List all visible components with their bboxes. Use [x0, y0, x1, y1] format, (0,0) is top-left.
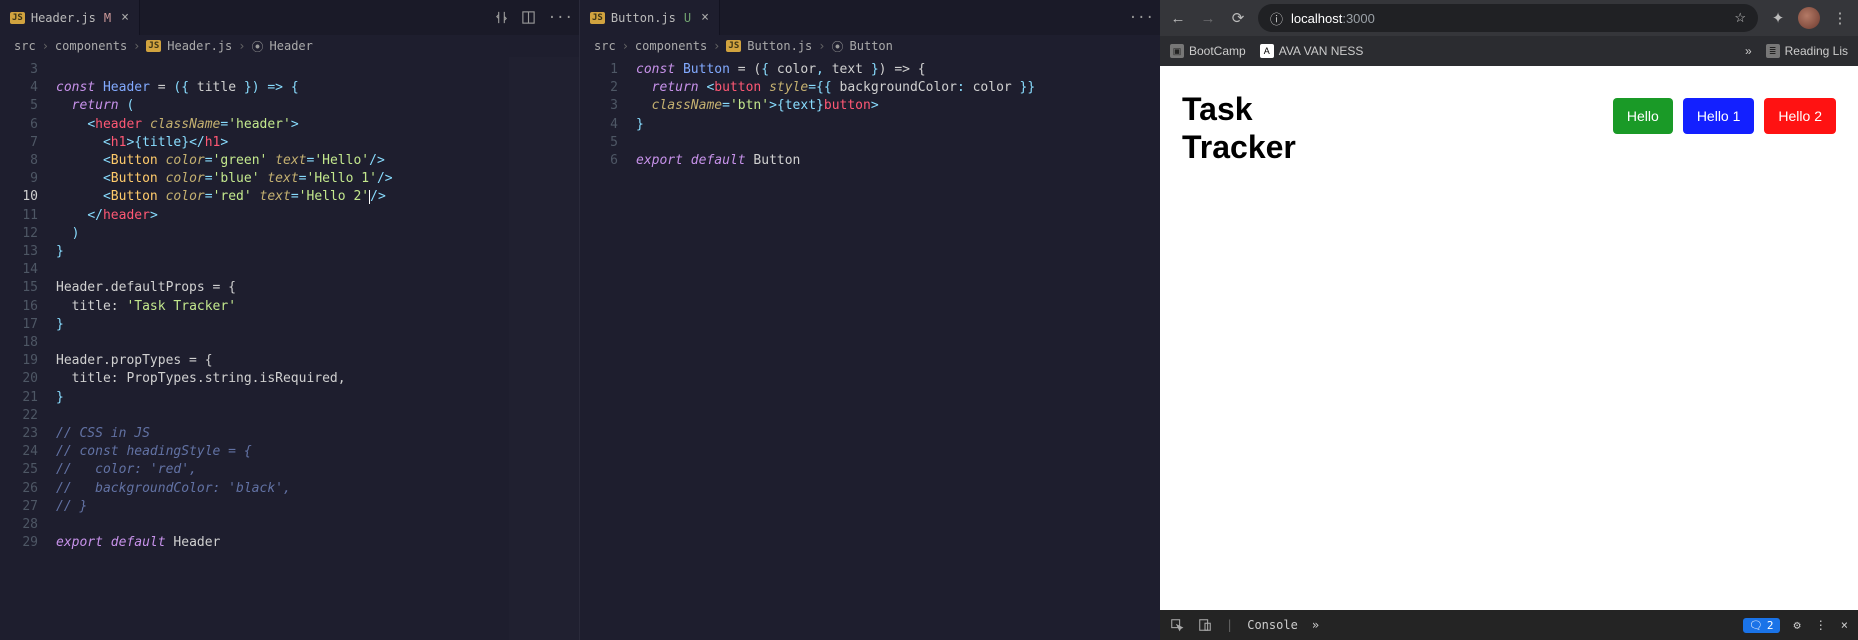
tab-label: Button.js — [611, 11, 676, 25]
devtools-bar: | Console » 🗨 2 ⚙ ⋮ × — [1160, 610, 1858, 640]
page-content: Task Tracker Hello Hello 1Hello 2 — [1160, 66, 1858, 610]
more-icon[interactable]: ··· — [548, 10, 573, 26]
breadcrumb-seg[interactable]: components — [55, 39, 127, 53]
extensions-icon[interactable]: ✦ — [1768, 9, 1788, 27]
site-info-icon[interactable]: ⓘ — [1270, 9, 1283, 28]
forward-icon[interactable]: → — [1198, 10, 1218, 27]
folder-icon: ▣ — [1170, 44, 1184, 58]
js-icon: JS — [146, 40, 161, 52]
editor-area-right[interactable]: 123456 const Button = ({ color, text }) … — [580, 57, 1160, 640]
line-gutter: 3456789101112131415161718192021222324252… — [0, 57, 56, 640]
star-icon[interactable]: ☆ — [1734, 10, 1746, 26]
code-content[interactable]: const Button = ({ color, text }) => { re… — [636, 57, 1160, 640]
app-button[interactable]: Hello 1 — [1683, 98, 1755, 134]
bookmark-item[interactable]: ≣Reading Lis — [1766, 44, 1848, 58]
breadcrumb-seg[interactable]: src — [594, 39, 616, 53]
page-title: Task Tracker — [1182, 90, 1296, 167]
back-icon[interactable]: ← — [1168, 10, 1188, 27]
breadcrumb[interactable]: src› components› JS Header.js› ⦿ Header — [0, 35, 579, 57]
button-row: Hello Hello 1Hello 2 — [1613, 98, 1836, 134]
tab-untracked-indicator: U — [684, 11, 691, 25]
close-icon[interactable]: × — [121, 10, 129, 25]
editor-group-left: JS Header.js M × ··· src› components› JS… — [0, 0, 580, 640]
gear-icon[interactable]: ⚙ — [1794, 618, 1801, 632]
js-icon: JS — [590, 12, 605, 24]
bookmarks-overflow-icon[interactable]: » — [1745, 44, 1752, 58]
menu-icon[interactable]: ⋮ — [1830, 9, 1850, 27]
js-icon: JS — [726, 40, 741, 52]
tab-label: Header.js — [31, 11, 96, 25]
browser-pane: ← → ⟳ ⓘ localhost:3000 ☆ ✦ ⋮ ▣BootCamp A… — [1160, 0, 1858, 640]
bookmark-item[interactable]: ▣BootCamp — [1170, 44, 1246, 58]
breadcrumb-seg[interactable]: Button.js — [747, 39, 812, 53]
bookmark-item[interactable]: AAVA VAN NESS — [1260, 44, 1364, 58]
breadcrumb-symbol[interactable]: Header — [270, 39, 313, 53]
reading-list-icon: ≣ — [1766, 44, 1780, 58]
breadcrumb-seg[interactable]: Header.js — [167, 39, 232, 53]
devtools-tab-console[interactable]: Console — [1247, 618, 1298, 632]
breadcrumb-symbol[interactable]: Button — [850, 39, 893, 53]
line-gutter: 123456 — [580, 57, 636, 640]
compare-icon[interactable] — [494, 10, 509, 25]
tab-button-js[interactable]: JS Button.js U × — [580, 0, 720, 35]
site-icon: A — [1260, 44, 1274, 58]
inspect-icon[interactable] — [1170, 618, 1184, 632]
editor-area-left[interactable]: 3456789101112131415161718192021222324252… — [0, 57, 579, 640]
profile-avatar[interactable] — [1798, 7, 1820, 29]
url-host: localhost — [1291, 11, 1342, 26]
close-icon[interactable]: × — [701, 10, 709, 25]
editor-title-actions: ··· — [1129, 0, 1154, 35]
tab-bar-right: JS Button.js U × ··· — [580, 0, 1160, 35]
breadcrumb-seg[interactable]: src — [14, 39, 36, 53]
bookmarks-bar: ▣BootCamp AAVA VAN NESS » ≣Reading Lis — [1160, 36, 1858, 66]
editor-group-right: JS Button.js U × ··· src› components› JS… — [580, 0, 1160, 640]
console-message-count[interactable]: 🗨 2 — [1743, 618, 1780, 633]
close-icon[interactable]: × — [1841, 618, 1848, 632]
breadcrumb-seg[interactable]: components — [635, 39, 707, 53]
split-icon[interactable] — [521, 10, 536, 25]
code-content[interactable]: const Header = ({ title }) => { return (… — [56, 57, 579, 640]
device-icon[interactable] — [1198, 618, 1212, 632]
symbol-icon: ⦿ — [252, 38, 264, 55]
url-port: :3000 — [1342, 11, 1375, 26]
more-icon[interactable]: ··· — [1129, 10, 1154, 26]
editor-title-actions: ··· — [494, 0, 573, 35]
more-icon[interactable]: ⋮ — [1815, 618, 1827, 632]
tab-header-js[interactable]: JS Header.js M × — [0, 0, 140, 35]
symbol-icon: ⦿ — [832, 38, 844, 55]
app-button[interactable]: Hello 2 — [1764, 98, 1836, 134]
tab-modified-indicator: M — [104, 11, 111, 25]
app-button[interactable]: Hello — [1613, 98, 1673, 134]
breadcrumb[interactable]: src› components› JS Button.js› ⦿ Button — [580, 35, 1160, 57]
address-bar[interactable]: ⓘ localhost:3000 ☆ — [1258, 4, 1758, 32]
reload-icon[interactable]: ⟳ — [1228, 9, 1248, 27]
devtools-tabs-overflow-icon[interactable]: » — [1312, 618, 1319, 632]
tab-bar-left: JS Header.js M × ··· — [0, 0, 579, 35]
browser-toolbar: ← → ⟳ ⓘ localhost:3000 ☆ ✦ ⋮ — [1160, 0, 1858, 36]
js-icon: JS — [10, 12, 25, 24]
minimap[interactable] — [509, 57, 579, 640]
